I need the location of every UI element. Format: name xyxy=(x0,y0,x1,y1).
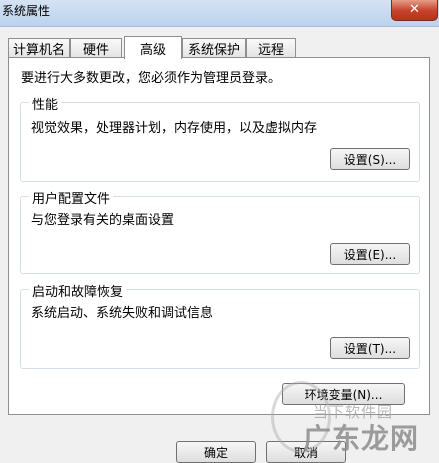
startup-recovery-settings-button[interactable]: 设置(T)... xyxy=(330,337,410,359)
group-performance: 性能 视觉效果，处理器计划，内存使用，以及虚拟内存 设置(S)... xyxy=(20,94,420,182)
window-title: 系统属性 xyxy=(2,4,51,18)
tab-remote[interactable]: 远程 xyxy=(246,38,296,58)
group-title: 用户配置文件 xyxy=(29,188,114,207)
tab-hardware[interactable]: 硬件 xyxy=(70,38,122,58)
group-description: 系统启动、系统失败和调试信息 xyxy=(31,306,214,321)
tab-label: 计算机名 xyxy=(12,42,65,58)
close-icon: ✕ xyxy=(409,2,420,17)
watermark-brand: 广东龙网 xyxy=(303,422,420,455)
tab-label: 系统保护 xyxy=(187,42,240,58)
tab-system-protection[interactable]: 系统保护 xyxy=(182,38,246,58)
tab-computer-name[interactable]: 计算机名 xyxy=(8,38,70,58)
close-button[interactable]: ✕ xyxy=(391,0,438,21)
tab-advanced[interactable]: 高级 xyxy=(124,36,182,59)
title-bar: 系统属性 ✕ xyxy=(0,0,439,27)
tab-label: 硬件 xyxy=(82,42,109,58)
tab-label: 高级 xyxy=(139,42,166,58)
group-title: 启动和故障恢复 xyxy=(29,281,127,300)
performance-settings-button[interactable]: 设置(S)... xyxy=(330,148,410,170)
group-user-profiles: 用户配置文件 与您登录有关的桌面设置 设置(E)... xyxy=(20,188,420,274)
group-description: 与您登录有关的桌面设置 xyxy=(31,213,175,228)
group-description: 视觉效果，处理器计划，内存使用，以及虚拟内存 xyxy=(31,121,318,136)
ok-button[interactable]: 确定 xyxy=(176,441,256,463)
user-profiles-settings-button[interactable]: 设置(E)... xyxy=(330,243,410,265)
tab-label: 远程 xyxy=(257,42,284,58)
group-title: 性能 xyxy=(29,94,62,113)
admin-notice: 要进行大多数更改，您必须作为管理员登录。 xyxy=(21,71,282,86)
watermark: 当下软件园 广东龙网 xyxy=(263,381,439,459)
group-startup-recovery: 启动和故障恢复 系统启动、系统失败和调试信息 设置(T)... xyxy=(20,281,420,369)
